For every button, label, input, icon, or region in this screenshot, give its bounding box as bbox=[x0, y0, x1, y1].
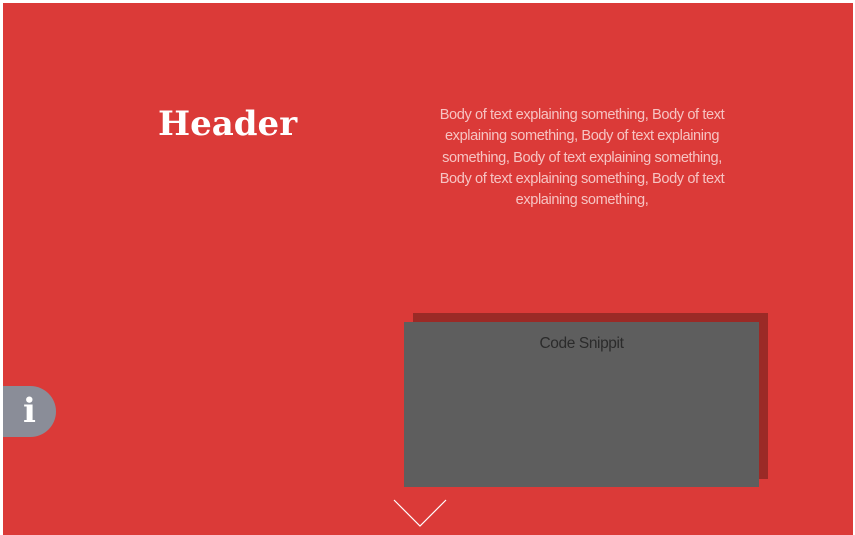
info-button[interactable]: i bbox=[3, 386, 56, 437]
slide: Header Body of text explaining something… bbox=[3, 3, 853, 535]
code-snippet-box: Code Snippit bbox=[404, 322, 759, 487]
chevron-down-stroke bbox=[393, 499, 447, 527]
header-title: Header bbox=[158, 104, 298, 144]
code-snippet-label: Code Snippit bbox=[539, 335, 624, 352]
chevron-down-icon[interactable] bbox=[393, 499, 447, 531]
body-text: Body of text explaining something, Body … bbox=[439, 107, 725, 209]
info-icon: i bbox=[23, 391, 36, 431]
